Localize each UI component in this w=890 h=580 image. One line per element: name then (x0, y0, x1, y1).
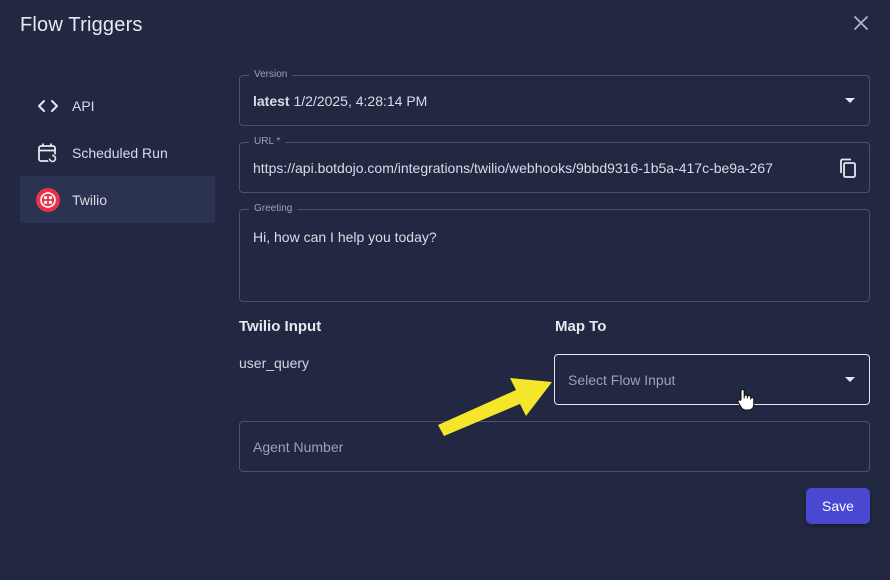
version-select[interactable]: Version latest 1/2/2025, 4:28:14 PM (239, 68, 870, 126)
agent-number-placeholder: Agent Number (253, 439, 344, 455)
sidebar-item-label: API (72, 97, 95, 114)
sidebar-item-twilio[interactable]: Twilio (20, 176, 215, 223)
greeting-label: Greeting (249, 202, 298, 216)
dialog-title: Flow Triggers (20, 14, 143, 36)
sidebar-item-scheduled-run[interactable]: Scheduled Run (20, 129, 215, 176)
version-value: 1/2/2025, 4:28:14 PM (293, 93, 428, 109)
code-icon (36, 94, 60, 118)
flow-input-placeholder: Select Flow Input (568, 372, 676, 388)
annotation-arrow (438, 378, 552, 436)
close-icon (854, 16, 868, 30)
sidebar-item-label: Scheduled Run (72, 144, 168, 161)
close-button[interactable] (849, 11, 873, 35)
version-tag: latest (253, 93, 290, 109)
hand-cursor-icon (737, 388, 755, 411)
flow-input-select[interactable]: Select Flow Input (554, 354, 870, 405)
greeting-value: Hi, how can I help you today? (253, 229, 437, 245)
sidebar-item-api[interactable]: API (20, 82, 215, 129)
twilio-input-name: user_query (239, 355, 310, 371)
twilio-input-heading: Twilio Input (239, 318, 322, 335)
greeting-textarea[interactable]: Greeting Hi, how can I help you today? (239, 202, 870, 302)
map-to-heading: Map To (555, 318, 607, 335)
chevron-down-icon (845, 376, 855, 382)
calendar-refresh-icon (36, 141, 60, 165)
chevron-down-icon (845, 97, 855, 103)
url-field: URL * https://api.botdojo.com/integratio… (239, 135, 870, 193)
twilio-logo (36, 187, 60, 212)
url-label: URL * (249, 135, 286, 149)
url-value[interactable]: https://api.botdojo.com/integrations/twi… (253, 160, 813, 176)
copy-icon[interactable] (837, 157, 859, 179)
save-button[interactable]: Save (806, 488, 870, 524)
version-label: Version (249, 68, 293, 82)
version-value-wrap: latest 1/2/2025, 4:28:14 PM (253, 93, 427, 109)
sidebar-item-label: Twilio (72, 191, 108, 208)
trigger-sidebar: API Scheduled Run Twilio (20, 82, 215, 223)
